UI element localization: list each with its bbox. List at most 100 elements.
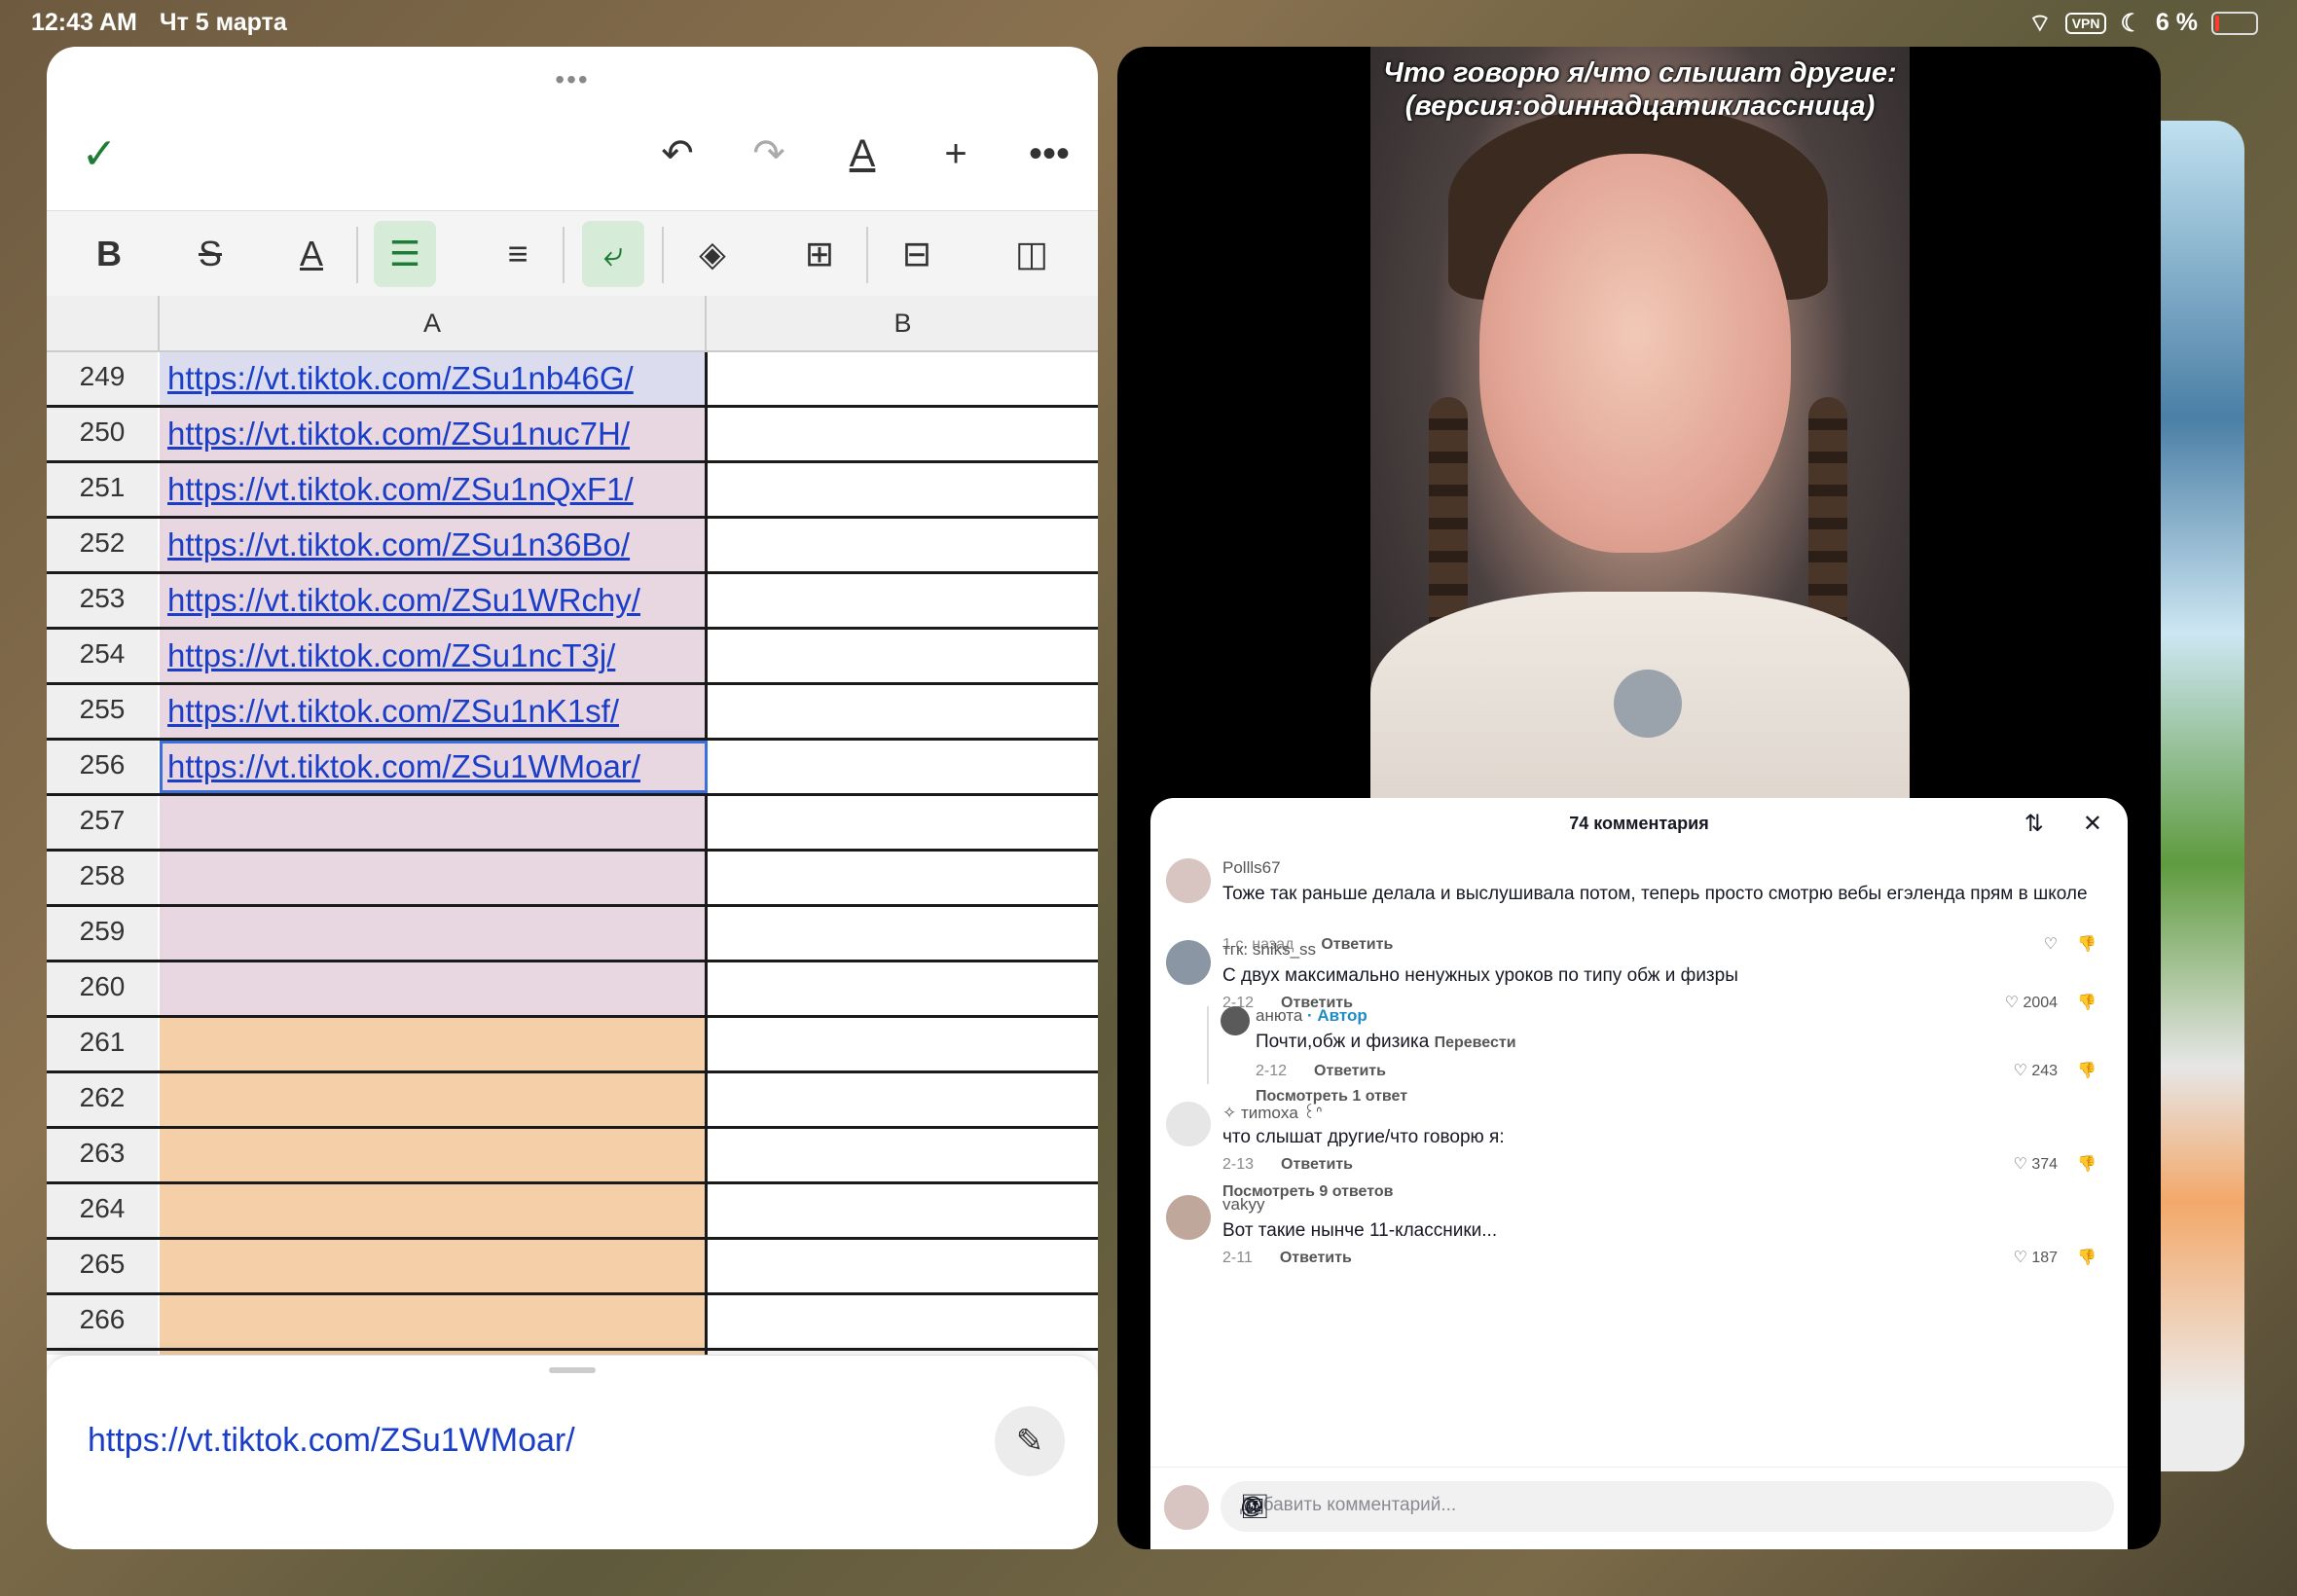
cell-b[interactable]	[708, 1073, 1098, 1126]
comment-username[interactable]: Pollls67	[1222, 858, 1281, 878]
heart-icon[interactable]: ♡ 243	[2014, 1061, 2059, 1080]
avatar[interactable]	[1221, 1006, 1250, 1035]
cell-a[interactable]	[160, 1073, 708, 1126]
cell-b[interactable]	[708, 463, 1098, 516]
comment-username[interactable]: тгк: sniks_ss	[1222, 940, 1316, 960]
cell-b[interactable]	[708, 1018, 1098, 1070]
cell-b[interactable]	[708, 1295, 1098, 1348]
done-check-button[interactable]: ✓	[70, 125, 128, 183]
cell-b[interactable]	[708, 852, 1098, 904]
cell-link[interactable]: https://vt.tiktok.com/ZSu1WMoar/	[160, 748, 640, 784]
undo-button[interactable]: ↶	[648, 125, 707, 183]
row-number[interactable]: 260	[47, 962, 158, 1015]
cell-link[interactable]: https://vt.tiktok.com/ZSu1nK1sf/	[160, 693, 619, 729]
sort-icon[interactable]: ⇅	[2024, 810, 2044, 838]
formula-value[interactable]: https://vt.tiktok.com/ZSu1WMoar/	[88, 1422, 575, 1460]
row-number[interactable]: 258	[47, 852, 158, 904]
heart-icon[interactable]: ♡ 187	[2014, 1248, 2059, 1267]
cell-a[interactable]: https://vt.tiktok.com/ZSu1WRchy/	[160, 574, 708, 627]
reply-button[interactable]: Ответить	[1281, 1156, 1353, 1174]
cell-a[interactable]	[160, 852, 708, 904]
avatar[interactable]	[1166, 1102, 1211, 1146]
cell-link[interactable]: https://vt.tiktok.com/ZSu1ncT3j/	[160, 637, 615, 673]
row-number[interactable]: 262	[47, 1073, 158, 1126]
cell-b[interactable]	[708, 962, 1098, 1015]
avatar[interactable]	[1164, 1485, 1209, 1530]
cell-a[interactable]	[160, 1018, 708, 1070]
column-header-b[interactable]: B	[708, 296, 1098, 350]
reply-button[interactable]: Ответить	[1314, 1063, 1386, 1080]
comment-username[interactable]: анюта	[1256, 1006, 1302, 1025]
cell-a[interactable]: https://vt.tiktok.com/ZSu1nQxF1/	[160, 463, 708, 516]
wrap-text-button[interactable]: ⤶	[582, 221, 644, 287]
video-player[interactable]: Что говорю я/что слышат другие: (версия:…	[1370, 47, 1910, 808]
row-number[interactable]: 259	[47, 907, 158, 960]
comment-input[interactable]: Добавить комментарий... 🖼 ☺ @	[1221, 1481, 2114, 1532]
cell-link[interactable]: https://vt.tiktok.com/ZSu1nQxF1/	[160, 471, 634, 507]
dislike-icon[interactable]: 👎	[2077, 1154, 2096, 1174]
row-number[interactable]: 249	[47, 352, 158, 405]
cell-b[interactable]	[708, 519, 1098, 571]
cell-a[interactable]	[160, 907, 708, 960]
align-center-button[interactable]: ≡	[487, 221, 549, 287]
cell-link[interactable]: https://vt.tiktok.com/ZSu1nb46G/	[160, 360, 634, 396]
cell-b[interactable]	[708, 630, 1098, 682]
cell-a[interactable]	[160, 796, 708, 849]
heart-icon[interactable]: ♡ 374	[2014, 1154, 2059, 1174]
row-number[interactable]: 263	[47, 1129, 158, 1181]
comment-username[interactable]: ✧ тиmoxa ꒰ᐢ	[1222, 1102, 1322, 1123]
row-number[interactable]: 252	[47, 519, 158, 571]
insert-row-button[interactable]: ⊟	[886, 221, 948, 287]
row-number[interactable]: 255	[47, 685, 158, 738]
redo-button[interactable]: ↷	[740, 125, 798, 183]
row-number[interactable]: 250	[47, 408, 158, 460]
row-number[interactable]: 256	[47, 741, 158, 793]
align-left-button[interactable]: ☰	[374, 221, 436, 287]
cell-b[interactable]	[708, 1240, 1098, 1292]
row-number[interactable]: 251	[47, 463, 158, 516]
fill-color-button[interactable]: ◈	[681, 221, 744, 287]
bold-button[interactable]: B	[78, 221, 140, 287]
background-app-card[interactable]	[2161, 121, 2244, 1471]
row-number[interactable]: 261	[47, 1018, 158, 1070]
close-icon[interactable]: ✕	[2083, 810, 2102, 838]
window-grabber-icon[interactable]: •••	[47, 64, 1098, 95]
mention-icon[interactable]: @	[1240, 1493, 2095, 1520]
avatar[interactable]	[1166, 858, 1211, 903]
row-number[interactable]: 254	[47, 630, 158, 682]
reply-button[interactable]: Ответить	[1280, 1250, 1352, 1267]
insert-plus-button[interactable]: +	[927, 125, 985, 183]
dislike-icon[interactable]: 👎	[2077, 1061, 2096, 1080]
avatar[interactable]	[1166, 940, 1211, 985]
cell-a[interactable]: https://vt.tiktok.com/ZSu1nK1sf/	[160, 685, 708, 738]
cell-a[interactable]: https://vt.tiktok.com/ZSu1ncT3j/	[160, 630, 708, 682]
strikethrough-button[interactable]: S	[179, 221, 241, 287]
row-number[interactable]: 266	[47, 1295, 158, 1348]
row-number[interactable]: 253	[47, 574, 158, 627]
cell-b[interactable]	[708, 1129, 1098, 1181]
column-header-a[interactable]: A	[160, 296, 707, 350]
cell-a[interactable]: https://vt.tiktok.com/ZSu1n36Bo/	[160, 519, 708, 571]
avatar[interactable]	[1166, 1195, 1211, 1240]
cell-a[interactable]	[160, 1240, 708, 1292]
edit-pencil-button[interactable]: ✎	[995, 1406, 1065, 1476]
comment-username[interactable]: vakyy	[1222, 1195, 1264, 1215]
cell-a[interactable]: https://vt.tiktok.com/ZSu1nb46G/	[160, 352, 708, 405]
translate-link[interactable]: Перевести	[1435, 1034, 1516, 1051]
cell-b[interactable]	[708, 1184, 1098, 1237]
cell-b[interactable]	[708, 685, 1098, 738]
cell-a[interactable]	[160, 1295, 708, 1348]
panel-handle[interactable]	[549, 1367, 596, 1373]
cell-b[interactable]	[708, 741, 1098, 793]
text-color-button[interactable]: A	[280, 221, 343, 287]
cell-b[interactable]	[708, 907, 1098, 960]
cell-link[interactable]: https://vt.tiktok.com/ZSu1WRchy/	[160, 582, 640, 618]
cell-a[interactable]: https://vt.tiktok.com/ZSu1nuc7H/	[160, 408, 708, 460]
row-number[interactable]: 264	[47, 1184, 158, 1237]
cell-link[interactable]: https://vt.tiktok.com/ZSu1nuc7H/	[160, 416, 630, 452]
row-number[interactable]: 265	[47, 1240, 158, 1292]
more-options-button[interactable]: •••	[1020, 125, 1078, 183]
dislike-icon[interactable]: 👎	[2077, 1248, 2096, 1267]
cell-b[interactable]	[708, 796, 1098, 849]
cell-a[interactable]	[160, 1184, 708, 1237]
